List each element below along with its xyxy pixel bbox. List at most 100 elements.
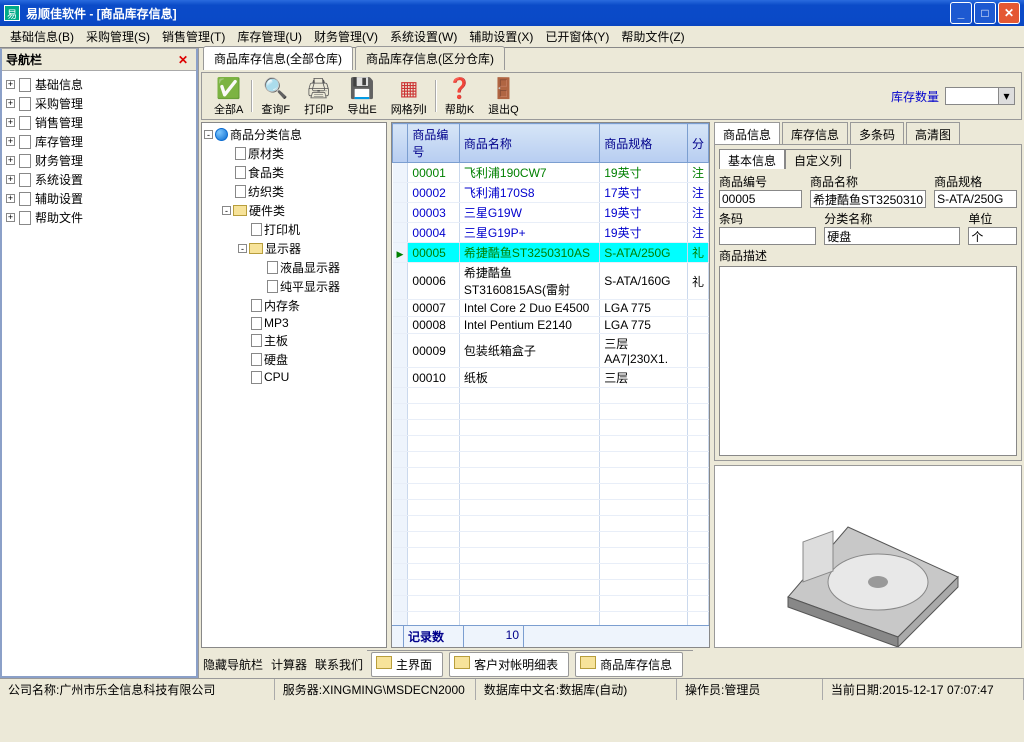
stock-qty-dropdown[interactable]: ▾: [945, 87, 1015, 105]
expand-icon[interactable]: +: [6, 80, 15, 89]
toolbar-button[interactable]: ▦网格列I: [385, 74, 433, 119]
menu-item[interactable]: 库存管理(U): [233, 26, 306, 47]
content-tabs: 商品库存信息(全部仓库) 商品库存信息(区分仓库): [199, 48, 1024, 70]
toolbar-button[interactable]: 🔍查询F: [255, 74, 296, 119]
tree-node[interactable]: 纺织类: [204, 182, 384, 201]
menu-item[interactable]: 财务管理(V): [310, 26, 382, 47]
toolbar-button[interactable]: 💾导出E: [341, 74, 382, 119]
toolbar-icon: 🖨: [306, 76, 331, 101]
tree-node[interactable]: 液晶显示器: [204, 258, 384, 277]
link-calculator[interactable]: 计算器: [271, 656, 307, 673]
tab-hd-image[interactable]: 高清图: [906, 122, 960, 144]
expand-icon[interactable]: +: [6, 99, 15, 108]
minimize-button[interactable]: _: [950, 2, 972, 24]
tree-node[interactable]: 食品类: [204, 163, 384, 182]
product-code-field[interactable]: [719, 190, 802, 208]
column-header[interactable]: 商品名称: [459, 124, 599, 163]
description-box[interactable]: [719, 266, 1017, 456]
tree-node[interactable]: 硬盘: [204, 350, 384, 369]
btab-stock-info[interactable]: 商品库存信息: [575, 652, 683, 677]
folder-icon: [249, 243, 263, 254]
toolbar-button[interactable]: 🖨打印P: [298, 74, 339, 119]
menu-item[interactable]: 销售管理(T): [158, 26, 229, 47]
subtab-basic[interactable]: 基本信息: [719, 149, 785, 169]
column-header[interactable]: 分: [687, 124, 708, 163]
category-field[interactable]: [824, 227, 960, 245]
tree-node[interactable]: MP3: [204, 315, 384, 331]
maximize-button[interactable]: □: [974, 2, 996, 24]
nav-item[interactable]: +辅助设置: [6, 189, 192, 208]
btab-customer-statement[interactable]: 客户对帐明细表: [449, 652, 569, 677]
unit-field[interactable]: [968, 227, 1017, 245]
expand-icon[interactable]: -: [238, 244, 247, 253]
product-grid[interactable]: 商品编号商品名称商品规格分 00001飞利浦190CW719英寸注00002飞利…: [392, 123, 709, 625]
menu-item[interactable]: 辅助设置(X): [465, 26, 537, 47]
tree-node[interactable]: 内存条: [204, 296, 384, 315]
table-row[interactable]: 00007Intel Core 2 Duo E4500LGA 775: [393, 300, 709, 317]
tab-by-warehouse[interactable]: 商品库存信息(区分仓库): [355, 46, 505, 70]
table-row[interactable]: 00002飞利浦170S817英寸注: [393, 183, 709, 203]
table-row[interactable]: 00001飞利浦190CW719英寸注: [393, 163, 709, 183]
expand-icon[interactable]: -: [222, 206, 231, 215]
expand-icon[interactable]: +: [6, 213, 15, 222]
menu-item[interactable]: 基础信息(B): [6, 26, 78, 47]
table-row[interactable]: 00004三星G19P+19英寸注: [393, 223, 709, 243]
nav-close-icon[interactable]: ✕: [174, 53, 192, 67]
toolbar-button[interactable]: 🚪退出Q: [482, 74, 525, 119]
toolbar-button[interactable]: ❓帮助K: [439, 74, 480, 119]
tab-all-warehouse[interactable]: 商品库存信息(全部仓库): [203, 46, 353, 70]
nav-item[interactable]: +基础信息: [6, 75, 192, 94]
tree-node[interactable]: 打印机: [204, 220, 384, 239]
table-row[interactable]: 00009包装纸箱盒子三层AA7|230X1.: [393, 334, 709, 368]
tab-barcode[interactable]: 多条码: [850, 122, 904, 144]
barcode-field[interactable]: [719, 227, 816, 245]
tree-node[interactable]: -显示器: [204, 239, 384, 258]
nav-item[interactable]: +帮助文件: [6, 208, 192, 227]
expand-icon[interactable]: +: [6, 118, 15, 127]
tree-node[interactable]: 原材类: [204, 144, 384, 163]
product-spec-field[interactable]: [934, 190, 1017, 208]
product-name-field[interactable]: [810, 190, 926, 208]
nav-item[interactable]: +财务管理: [6, 151, 192, 170]
menu-item[interactable]: 采购管理(S): [82, 26, 154, 47]
product-image: [714, 465, 1022, 648]
expand-icon[interactable]: +: [6, 137, 15, 146]
close-button[interactable]: ✕: [998, 2, 1020, 24]
expand-icon[interactable]: +: [6, 156, 15, 165]
table-row[interactable]: 00008Intel Pentium E2140LGA 775: [393, 317, 709, 334]
link-contact[interactable]: 联系我们: [315, 656, 363, 673]
table-row[interactable]: 00003三星G19W19英寸注: [393, 203, 709, 223]
tree-node[interactable]: -硬件类: [204, 201, 384, 220]
stock-qty-label: 库存数量: [891, 88, 939, 105]
nav-item[interactable]: +销售管理: [6, 113, 192, 132]
toolbar-icon: 💾: [350, 76, 375, 101]
table-row[interactable]: 00005希捷酷鱼ST3250310ASS-ATA/250G礼: [393, 243, 709, 263]
tab-stock-info[interactable]: 库存信息: [782, 122, 848, 144]
product-grid-panel: 商品编号商品名称商品规格分 00001飞利浦190CW719英寸注00002飞利…: [391, 122, 710, 648]
nav-item[interactable]: +库存管理: [6, 132, 192, 151]
column-header[interactable]: 商品规格: [600, 124, 688, 163]
table-row[interactable]: 00010纸板三层: [393, 368, 709, 388]
menu-item[interactable]: 帮助文件(Z): [617, 26, 688, 47]
tree-root[interactable]: -商品分类信息: [204, 125, 384, 144]
label: 商品编号: [719, 173, 802, 190]
nav-item[interactable]: +采购管理: [6, 94, 192, 113]
column-header[interactable]: 商品编号: [408, 124, 459, 163]
table-row[interactable]: 00006希捷酷鱼ST3160815AS(雷射S-ATA/160G礼: [393, 263, 709, 300]
btab-main[interactable]: 主界面: [371, 652, 443, 677]
dropdown-arrow-icon[interactable]: ▾: [998, 88, 1014, 104]
expand-icon[interactable]: +: [6, 175, 15, 184]
tree-node[interactable]: CPU: [204, 369, 384, 385]
tab-product-info[interactable]: 商品信息: [714, 122, 780, 144]
expand-icon[interactable]: +: [6, 194, 15, 203]
menu-item[interactable]: 已开窗体(Y): [541, 26, 613, 47]
toolbar-button[interactable]: ✅全部A: [208, 74, 249, 119]
nav-item[interactable]: +系统设置: [6, 170, 192, 189]
menu-item[interactable]: 系统设置(W): [386, 26, 461, 47]
tree-node[interactable]: 纯平显示器: [204, 277, 384, 296]
link-hide-nav[interactable]: 隐藏导航栏: [203, 656, 263, 673]
collapse-icon[interactable]: -: [204, 130, 213, 139]
grid-footer: 记录数 10: [392, 625, 709, 647]
tree-node[interactable]: 主板: [204, 331, 384, 350]
subtab-custom[interactable]: 自定义列: [785, 149, 851, 169]
